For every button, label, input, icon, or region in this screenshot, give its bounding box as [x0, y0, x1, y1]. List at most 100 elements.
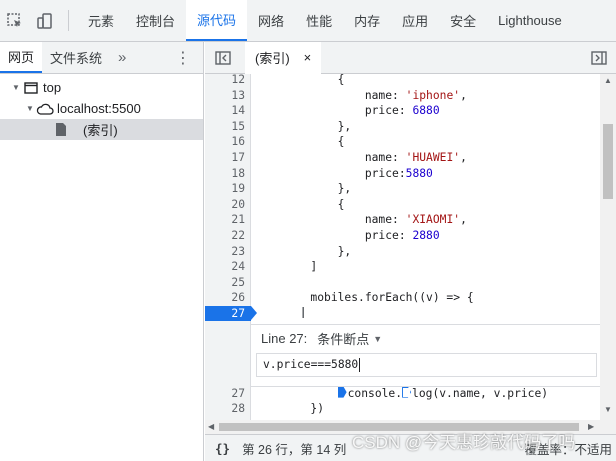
tab-console[interactable]: 控制台 — [125, 0, 186, 41]
line-number[interactable]: 15 — [205, 119, 245, 135]
line-number[interactable]: 16 — [205, 134, 245, 150]
tree-item-label: (索引) — [83, 123, 118, 138]
editor-tabbar: (索引) × — [205, 41, 616, 74]
breakpoint-condition-input[interactable]: v.price===5880 — [256, 352, 597, 377]
code-token: name: — [256, 213, 406, 227]
code-text: console. log(v.name, v.price) — [256, 386, 548, 402]
cloud-icon — [36, 101, 54, 117]
code-line[interactable]: 15 }, — [205, 119, 600, 135]
code-text: price: 6880 — [256, 103, 440, 119]
inline-breakpoint-icon[interactable] — [402, 386, 412, 398]
line-number[interactable]: 22 — [205, 228, 245, 244]
code-line[interactable]: 14 price: 6880 — [205, 103, 600, 119]
code-line[interactable]: 24 ] — [205, 259, 600, 275]
scrollbar-thumb[interactable] — [603, 124, 613, 199]
code-token: { — [256, 74, 345, 86]
tab-network[interactable]: 网络 — [247, 0, 295, 41]
code-token: mobiles.forEach((v) => { — [256, 291, 474, 305]
code-line[interactable]: 18 price:5880 — [205, 166, 600, 182]
chevron-down-icon[interactable]: ▼ — [373, 334, 382, 344]
tree-item-localhost[interactable]: ▼ localhost:5500 — [0, 98, 203, 119]
tab-application[interactable]: 应用 — [391, 0, 439, 41]
code-line[interactable]: 27 console. log(v.name, v.price) — [205, 386, 600, 402]
breakpoint-editor: Line 27: 条件断点 ▼ v.price===5880 — [251, 323, 600, 387]
code-line[interactable]: 13 name: 'iphone', — [205, 88, 600, 104]
line-number[interactable]: 21 — [205, 212, 245, 228]
line-number[interactable]: 26 — [205, 290, 245, 306]
toggle-debugger-icon[interactable] — [587, 46, 611, 70]
line-number[interactable]: 23 — [205, 244, 245, 260]
device-toolbar-icon[interactable] — [30, 0, 60, 41]
text-cursor-icon: I — [301, 304, 306, 322]
code-line[interactable]: 12 { — [205, 74, 600, 88]
code-editor[interactable]: 12 {13 name: 'iphone', 14 price: 6880 15 }… — [205, 74, 600, 434]
expand-triangle-icon[interactable]: ▼ — [10, 83, 22, 92]
line-number[interactable]: 24 — [205, 259, 245, 275]
line-number[interactable]: 17 — [205, 150, 245, 166]
code-text: name: 'HUAWEI', — [256, 150, 467, 166]
line-number[interactable]: 27 — [205, 386, 245, 402]
inline-breakpoint-icon[interactable] — [337, 386, 347, 398]
tab-sources[interactable]: 源代码 — [186, 0, 248, 41]
line-number[interactable]: 25 — [205, 275, 245, 291]
line-number[interactable]: 28 — [205, 401, 245, 417]
file-tree: ▼ top ▼ localhost:5500 (索引) — [0, 74, 203, 140]
code-line[interactable]: 22 price: 2880 — [205, 228, 600, 244]
code-line[interactable]: 19 }, — [205, 181, 600, 197]
tab-memory[interactable]: 内存 — [343, 0, 391, 41]
inspect-element-icon[interactable] — [0, 0, 30, 41]
vertical-scrollbar[interactable]: ▲ ▼ — [600, 74, 616, 434]
code-token: log(v.name, v.price) — [412, 386, 549, 400]
code-line[interactable]: 28 }) — [205, 401, 600, 417]
watermark: CSDN @今天惠珍敲代码了吗 — [352, 433, 576, 452]
scroll-down-icon[interactable]: ▼ — [604, 405, 612, 414]
code-token: , — [460, 151, 467, 164]
code-text: }) — [256, 401, 324, 417]
breakpoint-type-select[interactable]: 条件断点 — [317, 329, 369, 348]
scroll-left-icon[interactable]: ◀ — [208, 422, 214, 431]
tab-elements[interactable]: 元素 — [77, 0, 125, 41]
code-token: }) — [256, 402, 325, 416]
code-token: }, — [256, 182, 352, 196]
line-number[interactable]: 19 — [205, 181, 245, 197]
code-line[interactable]: 27 — [205, 306, 600, 322]
code-line[interactable]: 16 { — [205, 134, 600, 150]
close-tab-icon[interactable]: × — [304, 50, 312, 65]
tab-page[interactable]: 网页 — [0, 42, 43, 73]
tab-filesystem[interactable]: 文件系统 — [42, 42, 110, 73]
line-number[interactable]: 27 — [205, 306, 245, 322]
code-token: name: — [256, 88, 406, 102]
line-number[interactable]: 20 — [205, 197, 245, 213]
tree-item-index[interactable]: (索引) — [0, 119, 203, 140]
line-number[interactable]: 13 — [205, 88, 245, 104]
expand-triangle-icon[interactable]: ▼ — [24, 104, 36, 113]
scroll-right-icon[interactable]: ▶ — [588, 422, 594, 431]
code-line[interactable]: 25 — [205, 275, 600, 291]
code-token: , — [460, 88, 467, 102]
code-line[interactable]: 20 { — [205, 197, 600, 213]
tab-lighthouse[interactable]: Lighthouse — [487, 0, 573, 41]
devtools-window: 元素 控制台 源代码 网络 性能 内存 应用 安全 Lighthouse 网页 … — [0, 0, 616, 461]
navigator-tabs: 网页 文件系统 » ⋮ — [0, 42, 203, 74]
tree-item-top[interactable]: ▼ top — [0, 77, 203, 98]
tab-performance[interactable]: 性能 — [295, 0, 343, 41]
toggle-navigator-icon[interactable] — [211, 46, 235, 70]
line-number[interactable]: 18 — [205, 166, 245, 182]
scroll-up-icon[interactable]: ▲ — [604, 76, 612, 85]
code-token: ] — [256, 260, 318, 274]
line-number[interactable]: 14 — [205, 103, 245, 119]
navigator-menu-icon[interactable]: ⋮ — [163, 42, 203, 73]
code-token: price: — [256, 166, 406, 180]
code-line[interactable]: 26 mobiles.forEach((v) => { — [205, 290, 600, 306]
line-number[interactable]: 12 — [205, 74, 245, 88]
editor-file-tab[interactable]: (索引) × — [245, 41, 322, 74]
more-tabs-icon[interactable]: » — [110, 42, 134, 73]
code-token: 2880 — [412, 229, 440, 242]
tab-security[interactable]: 安全 — [439, 0, 487, 41]
pretty-print-button[interactable]: {} — [205, 441, 242, 456]
code-token: 'iphone' — [405, 88, 461, 102]
code-line[interactable]: 21 name: 'XIAOMI', — [205, 212, 600, 228]
code-line[interactable]: 17 name: 'HUAWEI', — [205, 150, 600, 166]
code-token: 5880 — [405, 166, 433, 180]
code-line[interactable]: 23 }, — [205, 244, 600, 260]
